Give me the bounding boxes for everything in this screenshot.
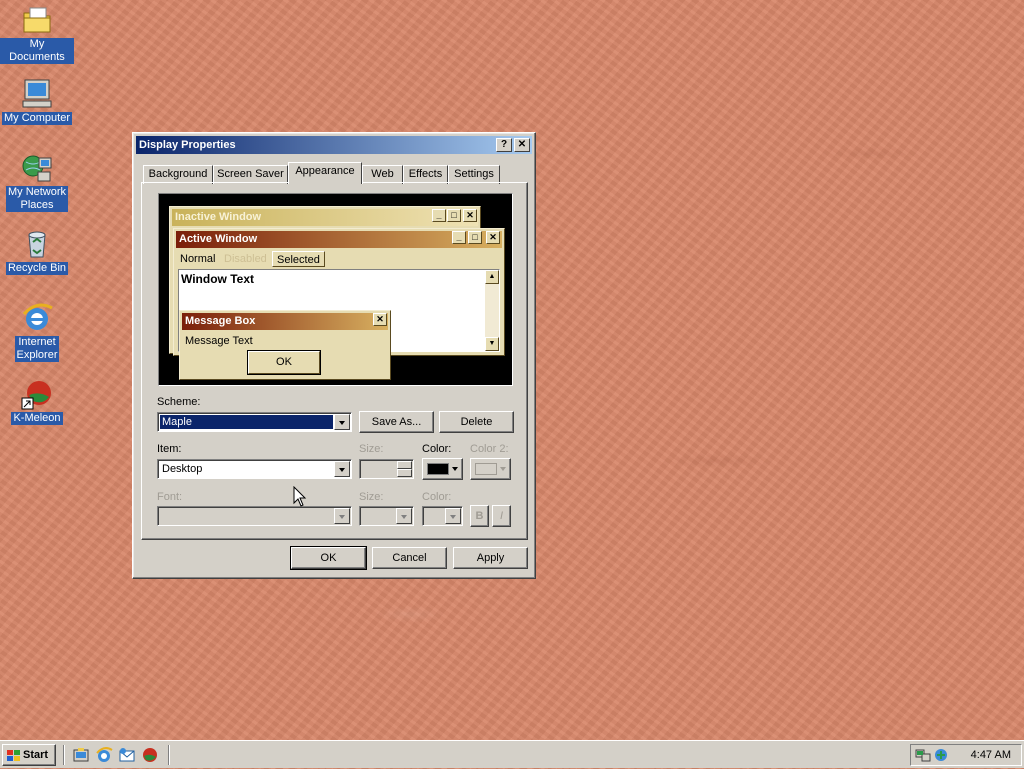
desktop-icon-my-computer[interactable]: My Computer: [0, 78, 74, 125]
help-button[interactable]: ?: [496, 138, 512, 152]
start-label: Start: [23, 749, 49, 761]
desktop-icon-label: My Documents: [0, 38, 74, 64]
close-button[interactable]: ✕: [514, 138, 530, 152]
label-line: Internet: [18, 336, 56, 348]
system-tray: 4:47 AM: [910, 744, 1022, 766]
show-desktop-icon[interactable]: [72, 746, 90, 764]
internet-explorer-icon: [21, 302, 53, 334]
color-swatch: [427, 463, 449, 475]
chevron-down-icon[interactable]: [334, 508, 350, 524]
cancel-button[interactable]: Cancel: [372, 547, 447, 569]
desktop-icon-label: Internet Explorer: [14, 336, 60, 362]
taskbar-separator: [63, 745, 65, 765]
scroll-up-icon: ▲: [485, 270, 499, 284]
display-properties-dialog: Display Properties ? ✕ Background Screen…: [132, 132, 536, 579]
item-label: Item:: [157, 443, 182, 455]
item-color-label: Color:: [422, 443, 452, 455]
chevron-down-icon[interactable]: [396, 508, 412, 524]
desktop-icon-internet-explorer[interactable]: Internet Explorer: [0, 302, 74, 362]
item-color2-button[interactable]: [470, 458, 511, 480]
delete-button[interactable]: Delete: [439, 411, 514, 433]
item-color-button[interactable]: [422, 458, 463, 480]
chevron-down-icon[interactable]: [445, 508, 461, 524]
label-line: My Network: [7, 186, 67, 198]
message-ok-button: OK: [247, 350, 321, 375]
font-size-dropdown[interactable]: [359, 506, 414, 526]
apply-button[interactable]: Apply: [453, 547, 528, 569]
chevron-down-icon[interactable]: [334, 461, 350, 477]
dialog-titlebar[interactable]: Display Properties ? ✕: [136, 136, 532, 154]
preview-scrollbar: ▲ ▼: [485, 270, 499, 351]
clock[interactable]: 4:47 AM: [971, 745, 1011, 765]
desktop-icon-label: My Computer: [1, 112, 73, 125]
message-box-title: Message Box: [182, 313, 388, 330]
maximize-icon: □: [468, 231, 482, 244]
font-dropdown[interactable]: [157, 506, 352, 526]
color-swatch: [475, 463, 497, 475]
save-as-button[interactable]: Save As...: [359, 411, 434, 433]
my-documents-icon: [21, 4, 53, 36]
internet-explorer-icon[interactable]: [95, 746, 113, 764]
chevron-down-icon: [452, 467, 458, 471]
minimize-icon: _: [432, 209, 446, 222]
ok-button[interactable]: OK: [290, 546, 367, 570]
desktop-icon-label: Recycle Bin: [5, 262, 69, 275]
desktop-icon-recycle-bin[interactable]: Recycle Bin: [0, 228, 74, 275]
font-color-label: Color:: [422, 491, 452, 503]
font-color-dropdown[interactable]: [422, 506, 463, 526]
close-icon: ✕: [373, 313, 387, 326]
appearance-panel: Inactive Window _ □ ✕ Active Window _ □ …: [141, 182, 528, 540]
window-text: Window Text: [181, 272, 254, 286]
label-line: Explorer: [16, 349, 58, 361]
bold-button[interactable]: B: [470, 505, 489, 527]
network-icon[interactable]: [915, 748, 931, 762]
menu-selected: Selected: [272, 251, 325, 267]
item-value: Desktop: [162, 463, 203, 475]
item-dropdown[interactable]: Desktop: [157, 459, 352, 479]
menu-normal: Normal: [180, 253, 216, 265]
item-size-label: Size:: [359, 443, 384, 455]
tab-appearance[interactable]: Appearance: [288, 162, 362, 184]
network-places-icon: [21, 152, 53, 184]
taskbar: Start 4:47 AM: [0, 740, 1024, 768]
dialog-title: Display Properties: [139, 139, 236, 151]
font-label: Font:: [157, 491, 183, 503]
message-box-preview: Message Box ✕ Message Text OK: [179, 310, 391, 380]
scheme-dropdown[interactable]: Maple: [157, 412, 352, 432]
menu-disabled: Disabled: [224, 253, 267, 265]
outlook-express-icon[interactable]: [118, 746, 136, 764]
spin-down-icon[interactable]: [397, 469, 412, 477]
maximize-icon: □: [447, 209, 461, 222]
chevron-down-icon[interactable]: [334, 414, 350, 430]
desktop-icon-label: My Network Places: [5, 186, 69, 212]
k-meleon-icon: [21, 378, 53, 410]
recycle-bin-icon: [21, 228, 53, 260]
scheme-label: Scheme:: [157, 396, 201, 408]
item-color2-label: Color 2:: [470, 443, 509, 455]
desktop-icon-my-documents[interactable]: My Documents: [0, 4, 74, 64]
scroll-down-icon: ▼: [485, 337, 499, 351]
font-size-label: Size:: [359, 491, 384, 503]
windows-logo-icon: [7, 749, 21, 761]
desktop-icon-network-places[interactable]: My Network Places: [0, 152, 74, 212]
minimize-icon: _: [452, 231, 466, 244]
close-icon: ✕: [486, 231, 500, 244]
mouse-cursor-icon: [293, 485, 307, 508]
update-icon[interactable]: [933, 748, 949, 762]
scheme-value: Maple: [160, 415, 333, 429]
my-computer-icon: [21, 78, 53, 110]
chevron-down-icon: [500, 467, 506, 471]
message-text: Message Text: [185, 335, 253, 347]
label-line: Places: [20, 199, 54, 211]
spin-up-icon[interactable]: [397, 461, 412, 469]
desktop-icon-label: K-Meleon: [11, 412, 63, 425]
desktop-icon-k-meleon[interactable]: K-Meleon: [0, 378, 74, 425]
item-size-spinner[interactable]: [359, 459, 414, 479]
k-meleon-icon[interactable]: [141, 746, 159, 764]
taskbar-separator: [168, 745, 170, 765]
scheme-preview[interactable]: Inactive Window _ □ ✕ Active Window _ □ …: [158, 193, 513, 386]
start-button[interactable]: Start: [2, 744, 56, 766]
close-icon: ✕: [463, 209, 477, 222]
italic-button[interactable]: I: [492, 505, 511, 527]
